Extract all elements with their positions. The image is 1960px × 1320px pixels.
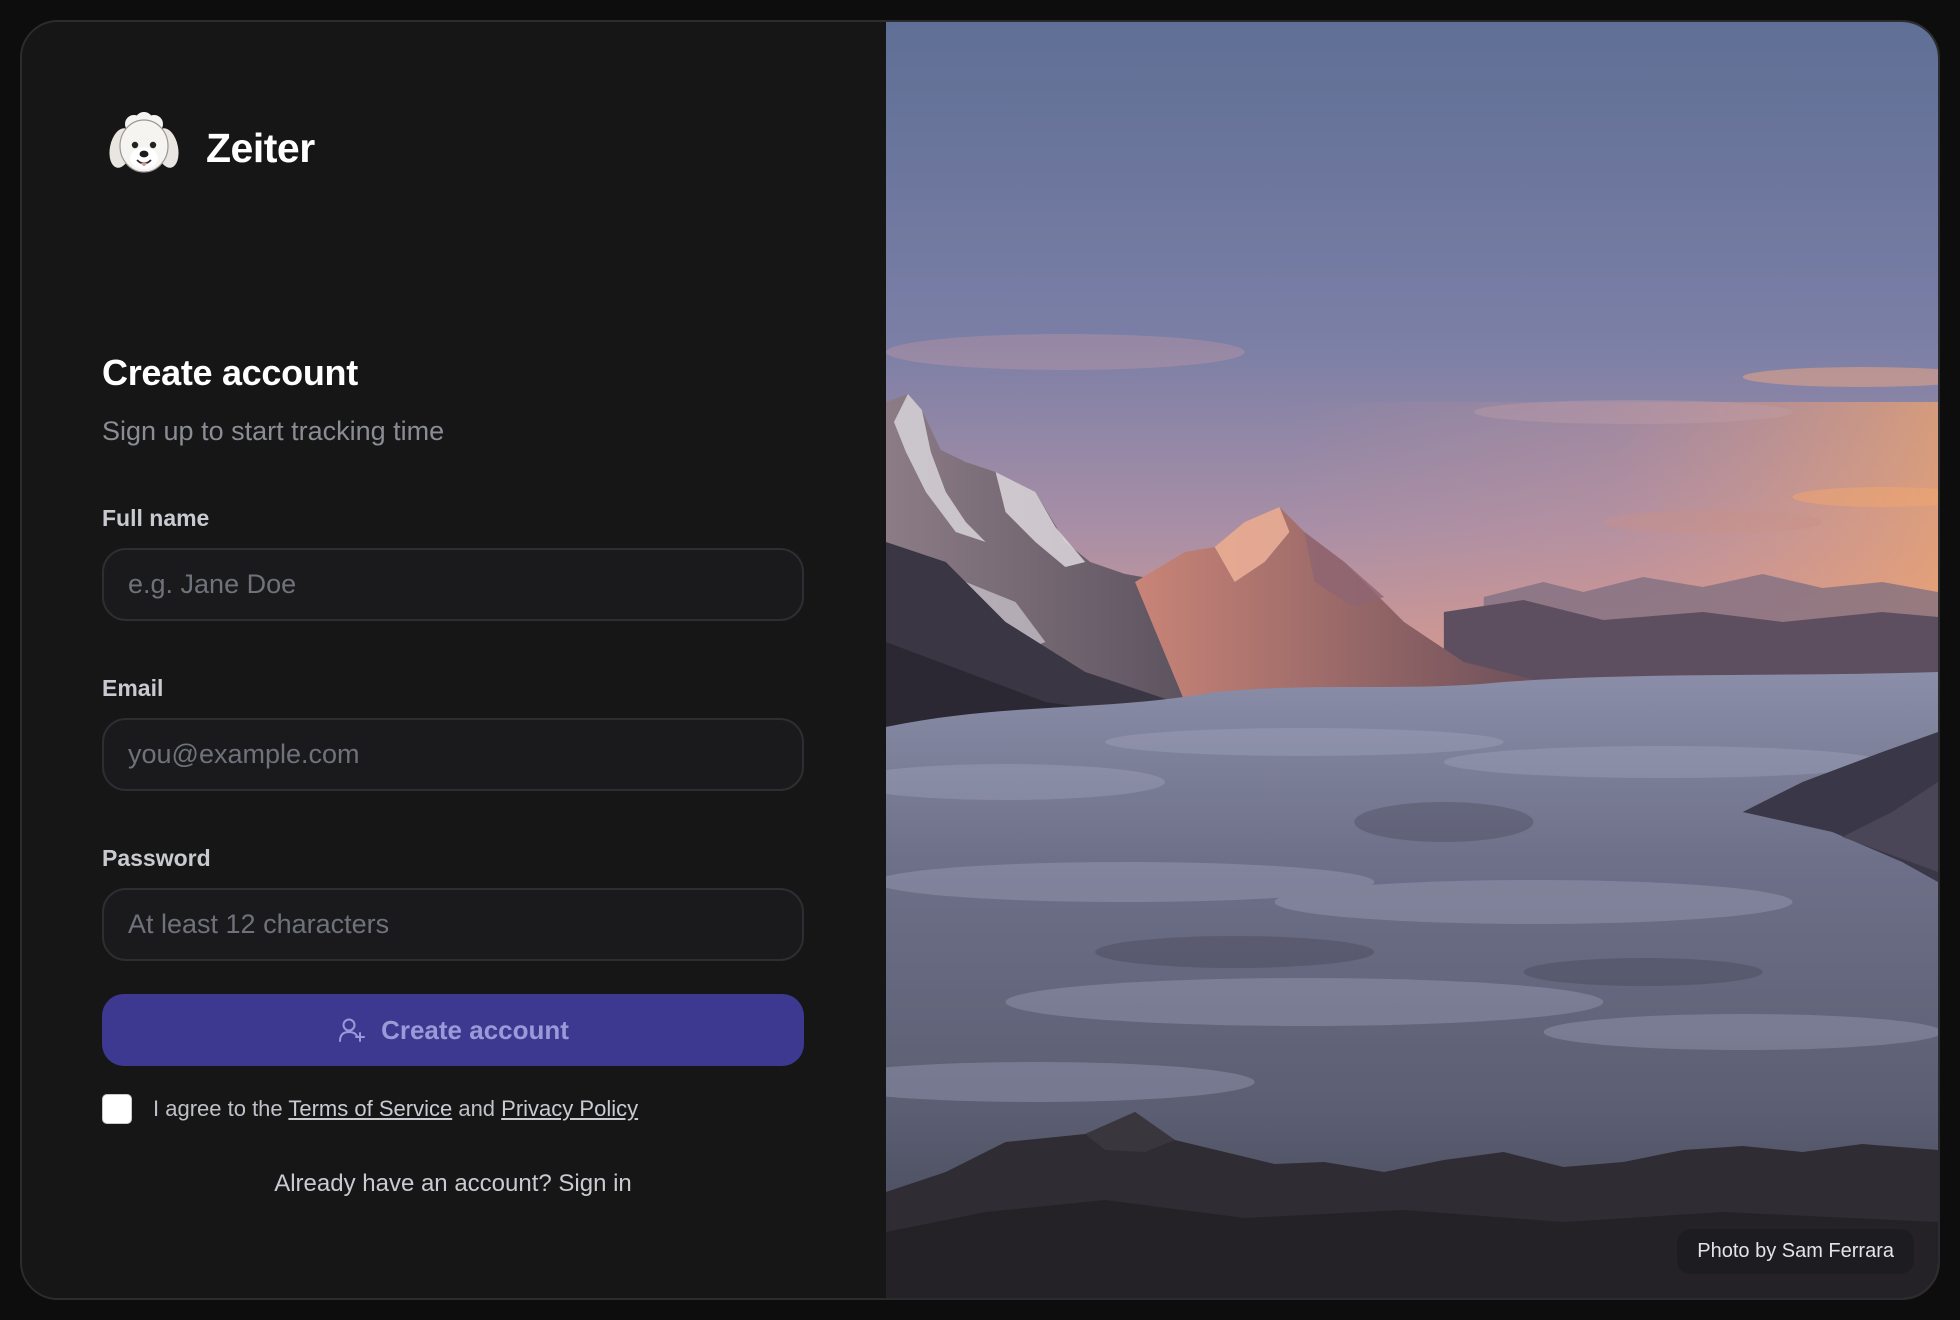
agreement-text: I agree to the Terms of Service and Priv… (153, 1096, 638, 1122)
brand: Zeiter (106, 110, 315, 186)
signin-link[interactable]: Already have an account? Sign in (274, 1170, 632, 1197)
email-label: Email (102, 675, 164, 701)
dog-face-logo-icon (109, 112, 179, 173)
photo-credit: Photo by Sam Ferrara (1677, 1229, 1914, 1274)
create-account-button[interactable]: Create account (102, 994, 804, 1066)
brand-name: Zeiter (206, 124, 315, 171)
full-name-input[interactable] (102, 548, 804, 621)
password-input[interactable] (102, 888, 804, 961)
terms-checkbox[interactable] (102, 1094, 132, 1124)
full-name-label: Full name (102, 505, 210, 531)
hero-photo-panel: Photo by Sam Ferrara (886, 22, 1938, 1298)
privacy-policy-link[interactable]: Privacy Policy (501, 1096, 638, 1121)
signup-panel: Zeiter Create account Sign up to start t… (22, 22, 886, 1298)
mountain-photo (886, 22, 1938, 1298)
user-plus-icon (339, 1018, 366, 1042)
page-title: Create account (102, 352, 358, 393)
agreement-prefix: I agree to the (153, 1096, 283, 1121)
password-label: Password (102, 845, 211, 871)
signin-prompt: Already have an account? Sign in (102, 1170, 804, 1198)
email-input[interactable] (102, 718, 804, 791)
create-account-button-label: Create account (381, 1014, 569, 1045)
page-subtitle: Sign up to start tracking time (102, 416, 445, 446)
agreement-conjunction: and (458, 1096, 496, 1121)
terms-agreement: I agree to the Terms of Service and Priv… (102, 1094, 804, 1124)
terms-of-service-link[interactable]: Terms of Service (288, 1096, 452, 1121)
signup-card: Zeiter Create account Sign up to start t… (20, 20, 1940, 1300)
signup-form: Create account Sign up to start tracking… (102, 352, 804, 1198)
